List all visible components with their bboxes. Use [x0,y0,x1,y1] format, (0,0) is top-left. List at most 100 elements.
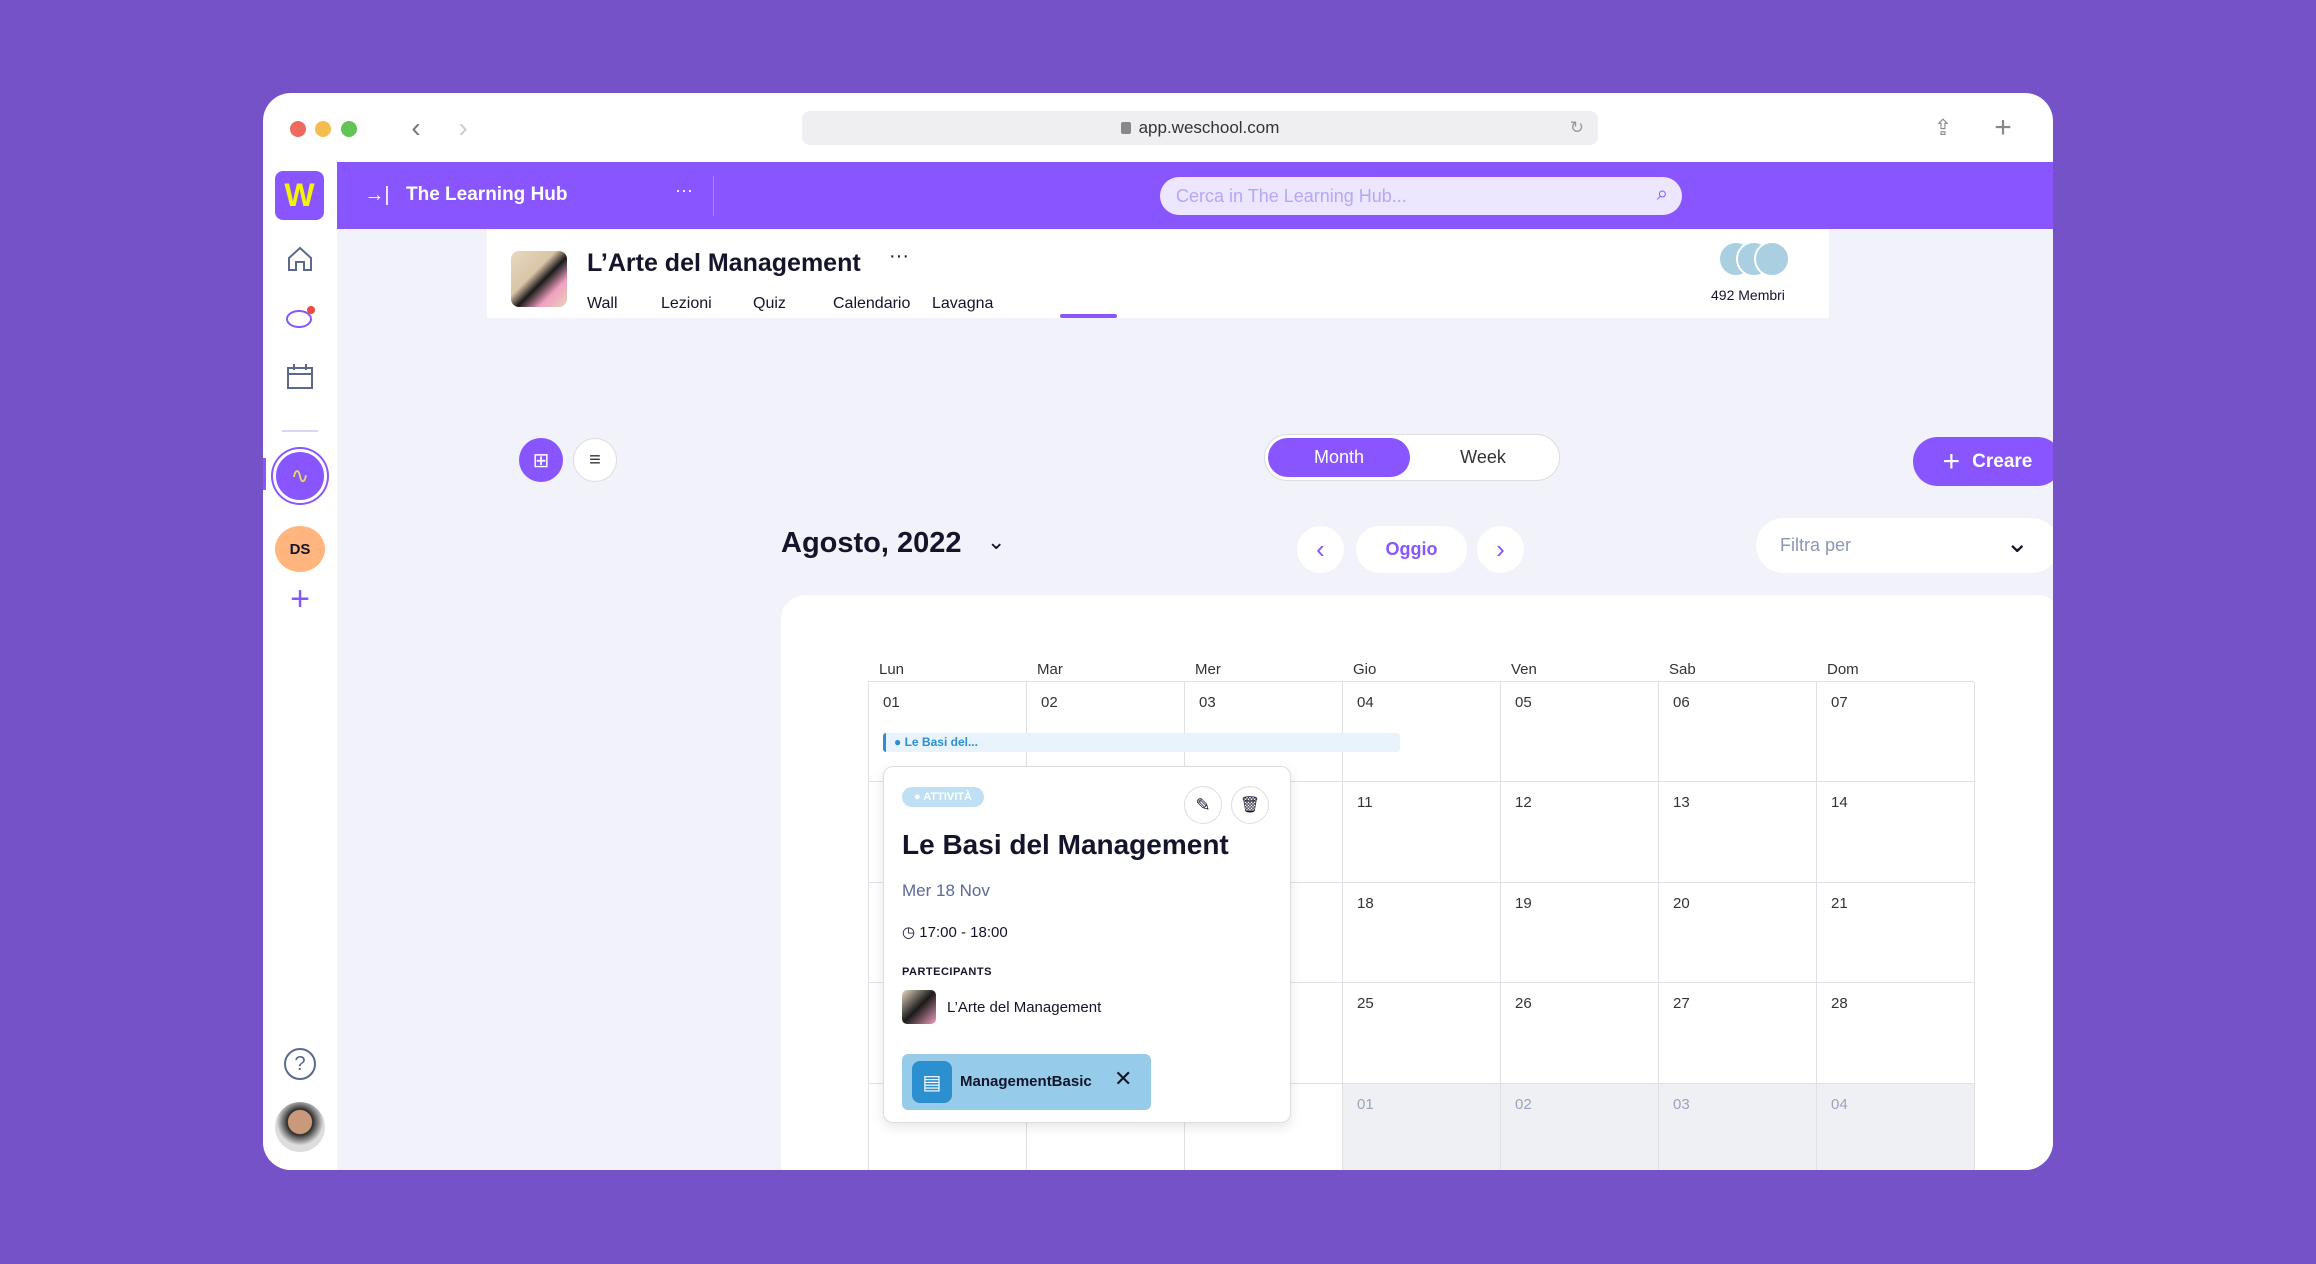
tab-calendario[interactable]: Calendario [833,295,910,313]
tab-quiz[interactable]: Quiz [753,295,786,313]
month-dropdown-icon[interactable]: ⌄ [987,529,1005,555]
month-label[interactable]: Agosto, 2022 [781,527,962,560]
weekday-header: Mer [1195,661,1221,678]
top-bar: →| The Learning Hub ··· Cerca in The Lea… [337,162,2053,229]
event-popup: ● ATTIVITÀ ✎ 🗑 Le Basi del Management Me… [883,766,1291,1123]
chevron-down-icon: ⌄ [2005,527,2029,558]
grid-view-icon[interactable]: ⊞ [519,438,563,482]
tab-wall[interactable]: Wall [587,295,618,313]
calendar-day-cell[interactable]: 14 [1817,782,1975,883]
calendar-day-cell[interactable]: 12 [1501,782,1659,883]
calendar-day-cell[interactable]: 02 [1501,1083,1659,1170]
search-placeholder: Cerca in The Learning Hub... [1176,185,1407,206]
weekday-header: Dom [1827,661,1859,678]
course-more-button[interactable]: ··· [889,245,909,268]
active-tab-indicator [1060,314,1117,318]
lock-icon [1120,122,1131,134]
home-icon[interactable] [285,244,315,274]
tab-lavagna[interactable]: Lavagna [932,295,993,313]
calendar-day-cell[interactable]: 06 [1659,682,1817,783]
user-avatar[interactable] [275,1102,325,1152]
week-view-button[interactable]: Week [1412,438,1554,477]
active-indicator [263,458,266,490]
search-input[interactable]: Cerca in The Learning Hub... ⌕ [1160,177,1682,215]
calendar-day-cell[interactable]: 25 [1343,983,1501,1084]
expand-sidebar-icon[interactable]: →| [364,182,389,208]
reload-icon[interactable]: ↻ [1570,118,1584,138]
divider [713,176,714,216]
calendar-day-cell[interactable]: 27 [1659,983,1817,1084]
resource-name: ManagementBasic [960,1073,1092,1090]
list-view-icon[interactable]: ≡ [573,438,617,482]
create-button[interactable]: + Creare [1913,437,2053,486]
course-header: L’Arte del Management ··· Wall Lezioni Q… [487,229,1829,318]
participant-image [902,990,936,1024]
weekday-header: Lun [879,661,905,678]
main-content: L’Arte del Management ··· Wall Lezioni Q… [337,229,2053,1170]
course-avatar[interactable]: ∿ [273,449,327,503]
prev-month-button[interactable]: ‹ [1297,526,1344,573]
sidebar: W ∿ DS + ? [263,162,337,1170]
weschool-logo[interactable]: W [275,171,324,220]
url-text: app.weschool.com [1138,118,1280,137]
today-button[interactable]: Oggio [1356,526,1467,573]
share-icon[interactable]: ⇪ [1928,111,1958,145]
event-time: 17:00 - 18:00 [919,924,1008,941]
calendar-card: Lun Mar Mer Gio Ven Sab Dom 01 02 03 04 05 06 07 11 12… [781,595,2053,1170]
forward-icon[interactable]: › [448,112,478,143]
clock-icon: ◷ [902,924,920,941]
weekday-header: Sab [1669,661,1696,678]
event-title: Le Basi del Management [902,829,1229,860]
tab-lezioni[interactable]: Lezioni [661,295,712,313]
next-month-button[interactable]: › [1477,526,1524,573]
minimize-window-button[interactable] [315,121,331,137]
calendar-day-cell[interactable]: 05 [1501,682,1659,783]
trash-icon[interactable]: 🗑 [1231,786,1269,824]
members-avatars[interactable] [1718,241,1798,277]
chat-icon[interactable] [285,304,317,334]
participants-label: PARTECIPANTS [902,966,992,978]
calendar-day-cell[interactable]: 03 [1659,1083,1817,1170]
weekday-header: Ven [1511,661,1537,678]
calendar-day-cell[interactable]: 07 [1817,682,1975,783]
group-avatar[interactable]: DS [275,526,325,572]
back-icon[interactable]: ‹ [401,112,431,143]
weekday-header: Gio [1353,661,1377,678]
filter-select[interactable]: Filtra per ⌄ [1756,518,2053,573]
calendar-day-cell[interactable]: 19 [1501,882,1659,984]
close-window-button[interactable] [290,121,306,137]
calendar-day-cell[interactable]: 28 [1817,983,1975,1084]
calendar-day-cell[interactable]: 13 [1659,782,1817,883]
calendar-day-cell[interactable]: 26 [1501,983,1659,1084]
add-group-icon[interactable]: + [285,580,315,618]
help-icon[interactable]: ? [284,1048,316,1080]
remove-resource-icon[interactable]: ✕ [1114,1066,1132,1092]
divider [282,430,318,432]
course-image [511,251,567,307]
calendar-day-cell[interactable]: 21 [1817,882,1975,984]
address-bar[interactable]: app.weschool.com ↻ [802,111,1598,145]
book-icon: ▤ [912,1061,952,1103]
event-date: Mer 18 Nov [902,881,990,900]
plus-icon: + [1942,444,1961,478]
event-bar[interactable]: ● Le Basi del... [883,733,1400,752]
month-view-button[interactable]: Month [1268,438,1410,477]
course-title: L’Arte del Management [587,249,861,277]
space-more-button[interactable]: ··· [675,180,693,201]
weekday-header: Mar [1037,661,1063,678]
calendar-day-cell[interactable]: 01 [1343,1083,1501,1170]
calendar-day-cell[interactable]: 18 [1343,882,1501,984]
members-count[interactable]: 492 Membri [1711,287,1785,303]
browser-window: ‹ › app.weschool.com ↻ ⇪ + W ∿ DS + ? →|… [263,93,2053,1170]
resource-chip[interactable]: ▤ ManagementBasic ✕ [902,1054,1151,1110]
maximize-window-button[interactable] [341,121,357,137]
calendar-day-cell[interactable]: 11 [1343,782,1501,883]
edit-icon[interactable]: ✎ [1184,786,1222,824]
calendar-day-cell[interactable]: 04 [1817,1083,1975,1170]
space-title[interactable]: The Learning Hub [406,184,568,206]
stopwatch-icon: ● [894,735,905,749]
search-icon[interactable]: ⌕ [1657,183,1668,206]
new-tab-icon[interactable]: + [1988,111,2018,145]
calendar-icon[interactable] [285,362,315,392]
calendar-day-cell[interactable]: 20 [1659,882,1817,984]
